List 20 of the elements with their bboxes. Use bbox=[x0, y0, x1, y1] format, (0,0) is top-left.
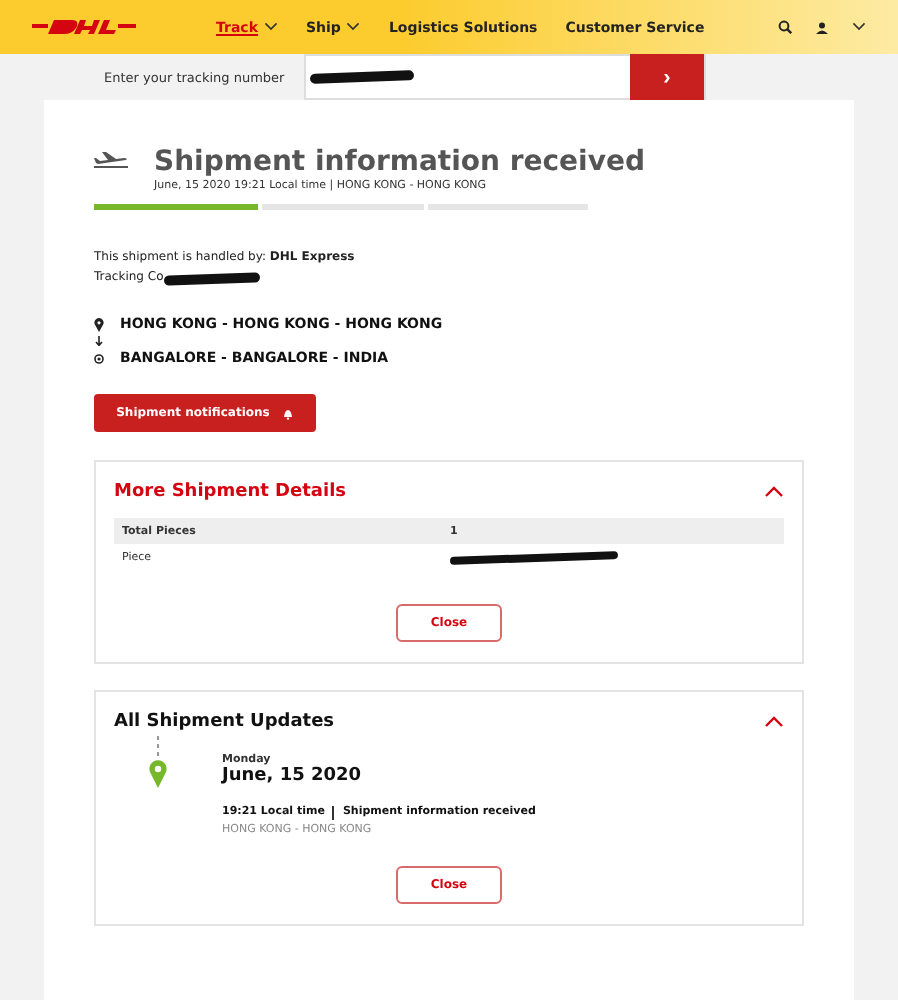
track-button[interactable]: › bbox=[630, 54, 704, 100]
location-pin-icon bbox=[94, 317, 104, 331]
status-title: Shipment information received bbox=[154, 144, 645, 179]
bell-icon bbox=[281, 407, 294, 419]
airplane-icon bbox=[94, 152, 128, 168]
location-pin-icon bbox=[148, 736, 168, 788]
arrow-down-icon bbox=[94, 336, 104, 346]
collapse-caret-icon bbox=[764, 486, 784, 498]
collapse-caret-icon bbox=[764, 716, 784, 728]
search-icon[interactable] bbox=[778, 20, 792, 34]
event-date: June, 15 2020 bbox=[222, 766, 364, 786]
panel-title: All Shipment Updates bbox=[114, 712, 335, 732]
panel-title: More Shipment Details bbox=[114, 482, 347, 502]
logo-icon bbox=[32, 18, 136, 36]
redaction-mark bbox=[309, 70, 415, 84]
tracking-number-field[interactable]: › bbox=[304, 54, 706, 100]
user-icon[interactable] bbox=[816, 21, 828, 33]
chevron-down-icon bbox=[852, 22, 866, 32]
redaction-mark bbox=[163, 271, 260, 285]
target-icon bbox=[94, 353, 104, 363]
